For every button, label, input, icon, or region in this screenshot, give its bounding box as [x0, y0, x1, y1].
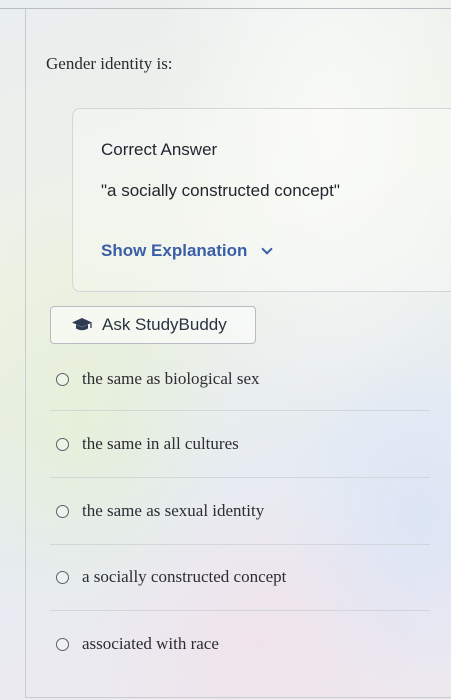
correct-answer-heading: Correct Answer — [101, 140, 218, 159]
option-divider — [50, 477, 430, 478]
correct-answer-panel: Correct Answer "a socially constructed c… — [72, 108, 451, 292]
option-label: the same as sexual identity — [82, 501, 265, 520]
answer-option[interactable]: the same as biological sex — [56, 369, 260, 389]
radio-button[interactable] — [56, 504, 69, 518]
option-label: a socially constructed concept — [82, 567, 287, 586]
chevron-down-icon — [261, 243, 274, 255]
option-label: associated with race — [82, 634, 219, 653]
top-divider — [0, 8, 451, 9]
answer-option[interactable]: a socially constructed concept — [56, 567, 286, 587]
radio-button[interactable] — [56, 437, 69, 451]
radio-button[interactable] — [56, 570, 69, 584]
show-explanation-button[interactable]: Show Explanation — [101, 241, 274, 261]
option-label: the same in all cultures — [82, 434, 239, 453]
answer-option[interactable]: the same in all cultures — [56, 434, 239, 454]
radio-button[interactable] — [56, 637, 69, 651]
answer-option[interactable]: the same as sexual identity — [56, 501, 264, 521]
option-divider — [50, 410, 430, 411]
option-divider — [50, 610, 430, 611]
ask-studybuddy-button[interactable]: Ask StudyBuddy — [50, 306, 256, 344]
correct-answer-text: "a socially constructed concept" — [101, 181, 340, 200]
graduation-cap-icon — [71, 317, 93, 333]
left-border — [25, 8, 26, 698]
option-label: the same as biological sex — [82, 369, 260, 388]
answer-option[interactable]: associated with race — [56, 634, 219, 654]
ask-studybuddy-label: Ask StudyBuddy — [102, 315, 227, 334]
radio-button[interactable] — [56, 372, 69, 386]
option-divider — [50, 544, 430, 545]
bottom-divider — [25, 697, 451, 698]
question-text: Gender identity is: — [46, 54, 173, 73]
show-explanation-label: Show Explanation — [101, 241, 248, 260]
